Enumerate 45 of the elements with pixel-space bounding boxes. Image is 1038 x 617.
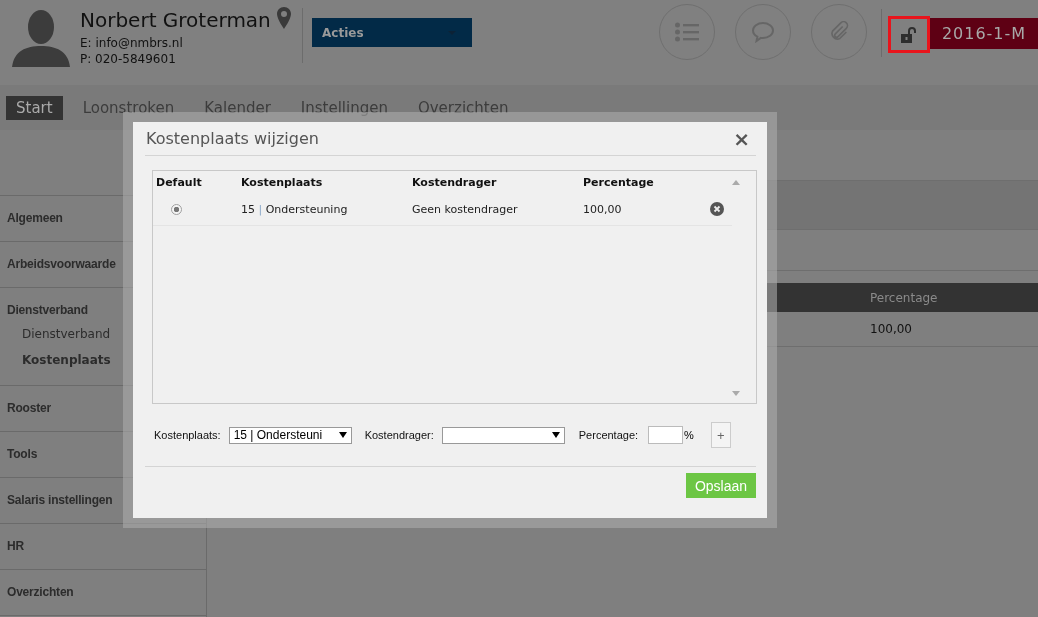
unlocked-padlock-icon bbox=[901, 26, 917, 43]
scroll-up-icon[interactable] bbox=[732, 180, 740, 185]
default-radio[interactable] bbox=[171, 203, 182, 215]
nav-tab[interactable]: Instellingen bbox=[290, 95, 398, 120]
scroll-down-icon[interactable] bbox=[732, 391, 740, 396]
table-cell: 100,00 bbox=[870, 322, 912, 336]
paperclip-icon bbox=[828, 21, 850, 43]
dialog-title: Kostenplaats wijzigen bbox=[146, 129, 319, 148]
location-pin-icon[interactable] bbox=[276, 7, 291, 29]
column-header: Default bbox=[156, 175, 203, 189]
caret-icon bbox=[338, 432, 347, 438]
table-cell-text: Geen kostendrager bbox=[412, 202, 519, 216]
phone-text: P: 020-5849601 bbox=[80, 51, 177, 67]
nav-tab[interactable]: Loonstroken bbox=[72, 95, 185, 120]
column-header: Percentage bbox=[870, 290, 938, 305]
email-text: E: info@nmbrs.nl bbox=[80, 35, 184, 51]
sidebar-item[interactable]: Overzichten bbox=[7, 582, 206, 603]
nav-tab[interactable]: Start bbox=[6, 95, 63, 120]
table-cell-text: 15 | Ondersteuning bbox=[241, 202, 349, 216]
column-header: Kostendrager bbox=[412, 175, 498, 189]
close-button[interactable]: × bbox=[727, 126, 756, 151]
period-label: 2016-1-M bbox=[930, 18, 1038, 49]
person-name: Norbert Groterman bbox=[80, 7, 271, 34]
percent-sign: % bbox=[684, 429, 694, 441]
nav-tab[interactable]: Kalender bbox=[194, 95, 281, 120]
speech-bubble-icon bbox=[751, 21, 775, 43]
avatar-silhouette-icon bbox=[10, 9, 72, 67]
column-header: Kostenplaats bbox=[241, 175, 324, 189]
actions-dropdown[interactable]: Acties bbox=[312, 18, 472, 47]
list-icon bbox=[675, 22, 699, 42]
field-label: Kostendrager: bbox=[364, 429, 434, 441]
sidebar-item[interactable]: HR bbox=[7, 536, 206, 557]
table-cell-text: 100,00 bbox=[583, 202, 623, 216]
remove-icon[interactable] bbox=[710, 202, 724, 216]
column-header: Percentage bbox=[583, 175, 655, 189]
percentage-input[interactable] bbox=[648, 426, 684, 444]
field-label: Kostenplaats: bbox=[154, 429, 221, 441]
field-label: Percentage: bbox=[578, 429, 639, 441]
cost-center-select[interactable]: 15 | Ondersteuni bbox=[228, 426, 352, 444]
add-button[interactable]: + bbox=[710, 422, 731, 448]
lock-button[interactable] bbox=[888, 16, 930, 53]
caret-icon bbox=[551, 432, 560, 438]
cost-carrier-select[interactable] bbox=[441, 426, 565, 444]
save-button[interactable]: Opslaan bbox=[686, 473, 756, 498]
nav-tab[interactable]: Overzichten bbox=[407, 95, 519, 120]
